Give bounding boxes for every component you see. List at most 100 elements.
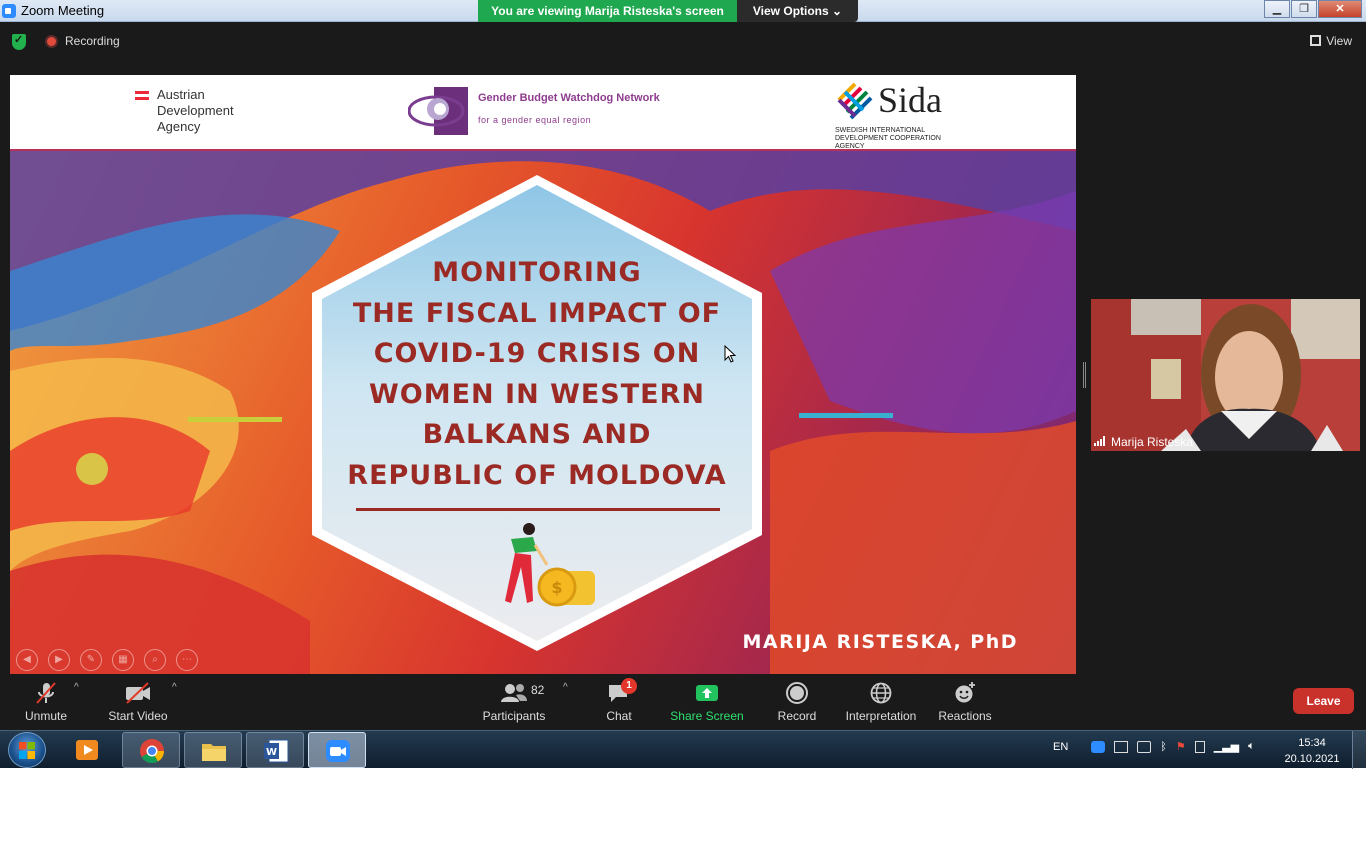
- video-options-caret[interactable]: ^: [172, 682, 177, 693]
- start-video-label: Start Video: [108, 709, 168, 723]
- interpretation-button[interactable]: Interpretation: [842, 680, 920, 723]
- participant-name: Marija Risteska: [1111, 435, 1194, 449]
- start-video-button[interactable]: Start Video: [106, 680, 170, 723]
- zoom-tray-icon[interactable]: [1091, 740, 1106, 753]
- smiley-add-icon: [955, 682, 975, 703]
- view-label: View: [1326, 34, 1352, 48]
- video-off-icon: [126, 682, 150, 704]
- viewing-screen-banner: You are viewing Marija Risteska's screen: [478, 0, 737, 22]
- volume-icon[interactable]: 🔈︎: [1248, 740, 1255, 753]
- system-tray: EN ᛒ ⚑ ▁▃▅ 🔈︎: [1053, 740, 1264, 753]
- slide-title-line: MONITORING: [432, 257, 642, 288]
- reactions-label: Reactions: [938, 709, 992, 723]
- chevron-down-icon: ⌄: [832, 4, 843, 18]
- view-options-button[interactable]: View Options ⌄: [737, 0, 858, 22]
- sida-subtitle: SWEDISH INTERNATIONAL DEVELOPMENT COOPER…: [835, 127, 941, 150]
- bluetooth-icon[interactable]: ᛒ: [1160, 741, 1167, 753]
- slide-title-line: REPUBLIC OF MOLDOVA: [347, 459, 727, 491]
- battery-icon[interactable]: [1194, 740, 1205, 753]
- windows-taskbar: W EN ᛒ ⚑ ▁▃▅ 🔈︎ 15:34 20.10.2021: [0, 730, 1366, 769]
- close-button[interactable]: ✕: [1318, 0, 1362, 18]
- ada-name: Austrian Development Agency: [157, 87, 234, 134]
- yellow-dash-decoration: [188, 417, 282, 422]
- slide-title-line: WOMEN IN WESTERN: [368, 378, 705, 410]
- muted-microphone-icon: [36, 682, 56, 704]
- word-icon: W: [264, 739, 289, 763]
- next-slide-icon[interactable]: ▶: [48, 649, 70, 671]
- blue-dash-decoration: [799, 413, 893, 418]
- shared-screen: Austrian Development Agency Gender Budge…: [10, 75, 1076, 675]
- window-controls: ▁ ❐ ✕: [1263, 0, 1362, 18]
- meeting-area: Recording View Austrian Development Agen…: [0, 22, 1366, 730]
- unmute-label: Unmute: [24, 709, 68, 723]
- leave-button[interactable]: Leave: [1293, 688, 1354, 714]
- display-tray-icon[interactable]: [1114, 740, 1129, 753]
- panel-resize-handle[interactable]: [1083, 362, 1086, 388]
- globe-icon: [870, 682, 892, 704]
- taskbar-chrome[interactable]: [122, 732, 180, 768]
- slide-author: MARIJA RISTESKA, PhD: [742, 631, 1018, 653]
- gbwn-subtitle: for a gender equal region: [478, 115, 592, 125]
- gbwn-title: Gender Budget Watchdog Network: [478, 92, 660, 104]
- svg-text:$: $: [551, 578, 562, 597]
- austria-flag-icon: [135, 91, 149, 100]
- audio-options-caret[interactable]: ^: [74, 682, 79, 693]
- share-screen-icon: [696, 685, 718, 701]
- clock-date: 20.10.2021: [1284, 753, 1340, 765]
- system-clock[interactable]: 15:34 20.10.2021: [1282, 735, 1342, 767]
- pen-icon[interactable]: ✎: [80, 649, 102, 671]
- recording-icon: [45, 35, 58, 48]
- zoom-app-icon: [2, 4, 16, 18]
- media-player-icon: [76, 740, 98, 760]
- slides-grid-icon[interactable]: ▦: [112, 649, 134, 671]
- slide-title: MONITORING THE FISCAL IMPACT OF COVID-19…: [328, 253, 746, 496]
- view-button[interactable]: View: [1310, 34, 1352, 48]
- record-label: Record: [777, 709, 817, 723]
- folder-icon: [202, 744, 226, 761]
- previous-slide-icon[interactable]: ◀: [16, 649, 38, 671]
- recording-label: Recording: [65, 34, 120, 48]
- view-options-label: View Options: [752, 4, 829, 18]
- share-screen-button[interactable]: Share Screen: [670, 680, 744, 723]
- zoom-icon: [326, 740, 350, 762]
- slideshow-controls: ◀ ▶ ✎ ▦ ⌕ ⋯: [16, 649, 208, 671]
- network-adapter-tray-icon[interactable]: [1137, 740, 1152, 753]
- show-desktop-button[interactable]: [1352, 731, 1366, 769]
- zoom-magnifier-icon[interactable]: ⌕: [144, 649, 166, 671]
- title-underline: [356, 508, 720, 511]
- eye-logo-icon: [408, 87, 468, 135]
- meeting-top-strip: Recording View: [0, 22, 1366, 62]
- action-center-flag-icon[interactable]: ⚑: [1176, 740, 1186, 753]
- taskbar-zoom[interactable]: [308, 732, 366, 768]
- chrome-icon: [140, 739, 164, 764]
- start-button[interactable]: [8, 732, 46, 768]
- more-options-icon[interactable]: ⋯: [176, 649, 198, 671]
- mouse-cursor-icon: [724, 345, 736, 363]
- chat-unread-badge: 1: [621, 678, 637, 694]
- taskbar-word[interactable]: W: [246, 732, 304, 768]
- slide-title-line: BALKANS AND: [422, 419, 652, 450]
- participants-icon: [501, 684, 527, 702]
- taskbar-explorer[interactable]: [184, 732, 242, 768]
- reactions-button[interactable]: Reactions: [936, 680, 994, 723]
- signal-strength-icon: [1094, 436, 1105, 446]
- slide-header: Austrian Development Agency Gender Budge…: [10, 75, 1076, 151]
- clock-time: 15:34: [1298, 737, 1326, 749]
- record-button[interactable]: Record: [776, 680, 818, 723]
- woman-pushing-coin-illustration: $: [505, 523, 595, 607]
- participants-options-caret[interactable]: ^: [563, 682, 568, 693]
- interpretation-label: Interpretation: [845, 709, 917, 723]
- minimize-button[interactable]: ▁: [1264, 0, 1290, 18]
- restore-button[interactable]: ❐: [1291, 0, 1317, 18]
- svg-text:W: W: [266, 747, 277, 758]
- unmute-button[interactable]: Unmute: [20, 680, 72, 723]
- participant-video-tile[interactable]: Marija Risteska: [1091, 299, 1360, 451]
- security-shield-icon[interactable]: [12, 33, 26, 50]
- slide-title-line: THE FISCAL IMPACT OF: [352, 297, 722, 329]
- participants-count: 82: [531, 683, 545, 697]
- sida-logo-icon: [837, 82, 873, 120]
- network-signal-icon[interactable]: ▁▃▅: [1214, 740, 1239, 753]
- participants-label: Participants: [482, 709, 546, 723]
- taskbar-media-player[interactable]: [58, 732, 116, 768]
- language-indicator[interactable]: EN: [1053, 741, 1068, 753]
